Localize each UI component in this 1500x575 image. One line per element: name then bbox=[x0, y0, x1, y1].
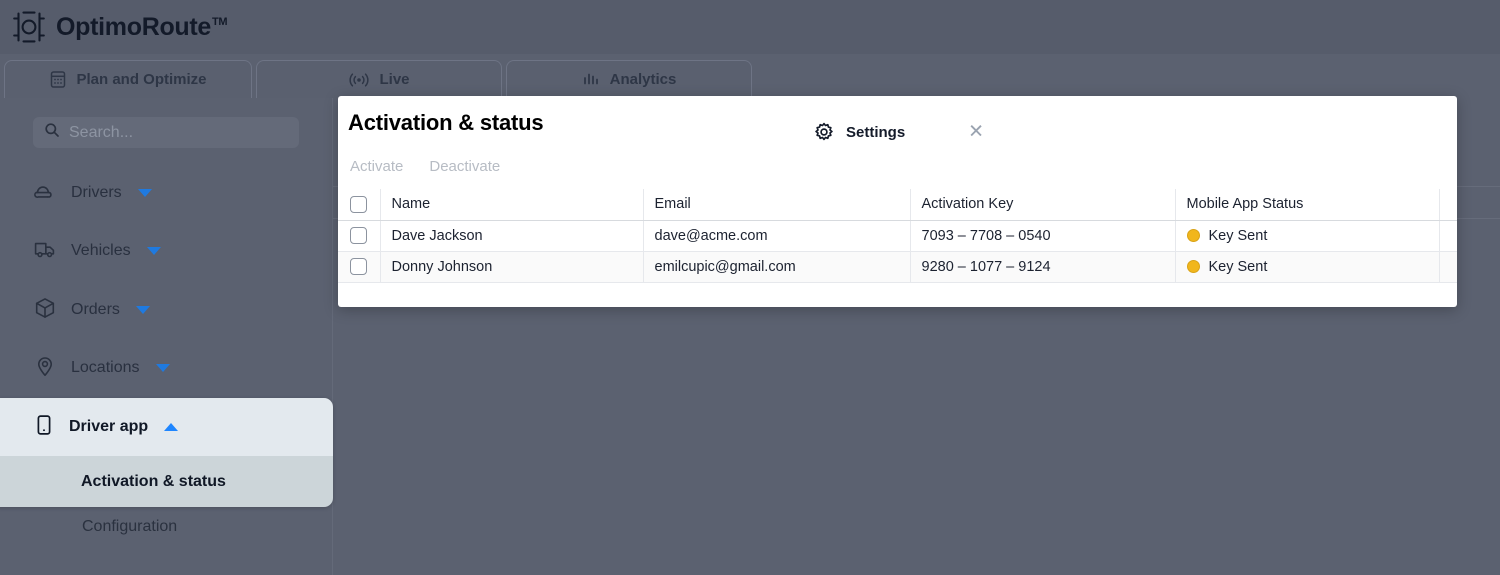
row-select-cell bbox=[338, 220, 381, 252]
sidebar-item-drivers[interactable]: Drivers bbox=[0, 164, 333, 222]
row-checkbox[interactable] bbox=[350, 227, 368, 244]
column-header-email[interactable]: Email bbox=[643, 189, 911, 221]
calendar-icon bbox=[49, 70, 67, 89]
activation-table: Name Email Activation Key Mobile App Sta… bbox=[338, 189, 1457, 283]
application-root: OptimoRouteTM Plan and Optimize Live Ana… bbox=[0, 0, 1500, 575]
column-header-spacer bbox=[1439, 189, 1457, 221]
optimoroute-logo-icon bbox=[13, 11, 45, 43]
sidebar-item-configuration-label: Configuration bbox=[82, 518, 178, 535]
table-row[interactable]: Dave Jackson dave@acme.com 7093 – 7708 –… bbox=[338, 220, 1457, 252]
tab-live-label: Live bbox=[379, 71, 410, 88]
select-all-header bbox=[338, 189, 381, 221]
select-all-checkbox[interactable] bbox=[350, 195, 368, 213]
sidebar-item-drivers-label: Drivers bbox=[71, 184, 122, 201]
table-row[interactable]: Donny Johnson emilcupic@gmail.com 9280 –… bbox=[338, 251, 1457, 283]
chevron-down-icon[interactable] bbox=[155, 364, 170, 372]
tab-plan-and-optimize-label: Plan and Optimize bbox=[76, 71, 207, 88]
tab-plan-and-optimize[interactable]: Plan and Optimize bbox=[4, 60, 252, 98]
sidebar: Search... Drivers Vehicles Orders Locati… bbox=[0, 98, 333, 575]
page-title: Activation & status bbox=[348, 110, 544, 135]
deactivate-button[interactable]: Deactivate bbox=[429, 158, 500, 175]
cell-name: Donny Johnson bbox=[380, 251, 644, 283]
sidebar-item-configuration[interactable]: Configuration bbox=[0, 507, 333, 547]
status-badge: Key Sent bbox=[1208, 258, 1268, 275]
brand-bar: OptimoRouteTM bbox=[0, 0, 1500, 54]
status-badge: Key Sent bbox=[1208, 227, 1268, 244]
row-checkbox[interactable] bbox=[350, 258, 368, 275]
column-header-name[interactable]: Name bbox=[380, 189, 644, 221]
tab-strip: Plan and Optimize Live Analytics Setting… bbox=[0, 54, 1500, 152]
close-icon[interactable]: ✕ bbox=[968, 123, 984, 142]
cell-mobile-app-status: Key Sent bbox=[1175, 220, 1440, 252]
sidebar-driver-app-group: Driver app Activation & status bbox=[0, 398, 333, 507]
sidebar-item-vehicles[interactable]: Vehicles bbox=[0, 222, 333, 280]
status-dot-icon bbox=[1186, 260, 1200, 273]
package-icon bbox=[33, 296, 57, 325]
truck-icon bbox=[33, 237, 57, 266]
tab-live[interactable]: Live bbox=[256, 60, 502, 98]
cell-activation-key: 7093 – 7708 – 0540 bbox=[910, 220, 1176, 252]
cell-email: emilcupic@gmail.com bbox=[643, 251, 911, 283]
tab-analytics[interactable]: Analytics bbox=[506, 60, 752, 98]
tab-settings-label: Settings bbox=[846, 123, 906, 141]
bar-chart-icon bbox=[582, 71, 601, 88]
sidebar-item-driver-app[interactable]: Driver app bbox=[0, 398, 333, 456]
panel-action-bar: Activate Deactivate bbox=[350, 158, 500, 175]
sidebar-item-locations[interactable]: Locations bbox=[0, 339, 333, 397]
cell-email: dave@acme.com bbox=[643, 220, 911, 252]
sidebar-item-activation-status-label: Activation & status bbox=[81, 472, 226, 490]
broadcast-icon bbox=[348, 72, 370, 88]
column-header-activation-key[interactable]: Activation Key bbox=[910, 189, 1176, 221]
trademark-symbol: TM bbox=[212, 15, 228, 28]
chevron-down-icon[interactable] bbox=[135, 306, 150, 314]
driver-cap-icon bbox=[33, 179, 57, 208]
activate-button[interactable]: Activate bbox=[350, 158, 403, 175]
cell-spacer bbox=[1439, 251, 1457, 283]
chevron-down-icon[interactable] bbox=[146, 247, 161, 255]
sidebar-item-driver-app-label: Driver app bbox=[69, 418, 149, 435]
brand-name: OptimoRouteTM bbox=[56, 12, 228, 41]
sidebar-item-orders-label: Orders bbox=[71, 301, 120, 318]
search-icon bbox=[44, 122, 60, 143]
chevron-up-icon[interactable] bbox=[164, 423, 179, 431]
table-body: Dave Jackson dave@acme.com 7093 – 7708 –… bbox=[338, 220, 1457, 283]
chevron-down-icon[interactable] bbox=[137, 189, 152, 197]
tab-analytics-label: Analytics bbox=[609, 71, 677, 88]
table-header-row: Name Email Activation Key Mobile App Sta… bbox=[338, 189, 1457, 221]
sidebar-item-activation-status[interactable]: Activation & status bbox=[0, 456, 333, 507]
table-header: Name Email Activation Key Mobile App Sta… bbox=[338, 189, 1457, 221]
mobile-phone-icon bbox=[33, 413, 55, 442]
gear-icon bbox=[814, 122, 834, 142]
brand-logo[interactable]: OptimoRouteTM bbox=[12, 10, 228, 44]
row-select-cell bbox=[338, 251, 381, 283]
search-input[interactable]: Search... bbox=[33, 117, 299, 148]
cell-mobile-app-status: Key Sent bbox=[1175, 251, 1440, 283]
search-placeholder: Search... bbox=[69, 123, 134, 141]
cell-spacer bbox=[1439, 220, 1457, 252]
sidebar-item-locations-label: Locations bbox=[71, 359, 140, 376]
column-header-mobile-app-status[interactable]: Mobile App Status bbox=[1175, 189, 1440, 221]
sidebar-item-orders[interactable]: Orders bbox=[0, 281, 333, 339]
sidebar-item-vehicles-label: Vehicles bbox=[71, 242, 131, 259]
map-pin-icon bbox=[33, 354, 57, 383]
status-dot-icon bbox=[1186, 229, 1200, 242]
cell-name: Dave Jackson bbox=[380, 220, 644, 252]
tab-settings[interactable]: Settings ✕ bbox=[752, 112, 1002, 152]
cell-activation-key: 9280 – 1077 – 9124 bbox=[910, 251, 1176, 283]
